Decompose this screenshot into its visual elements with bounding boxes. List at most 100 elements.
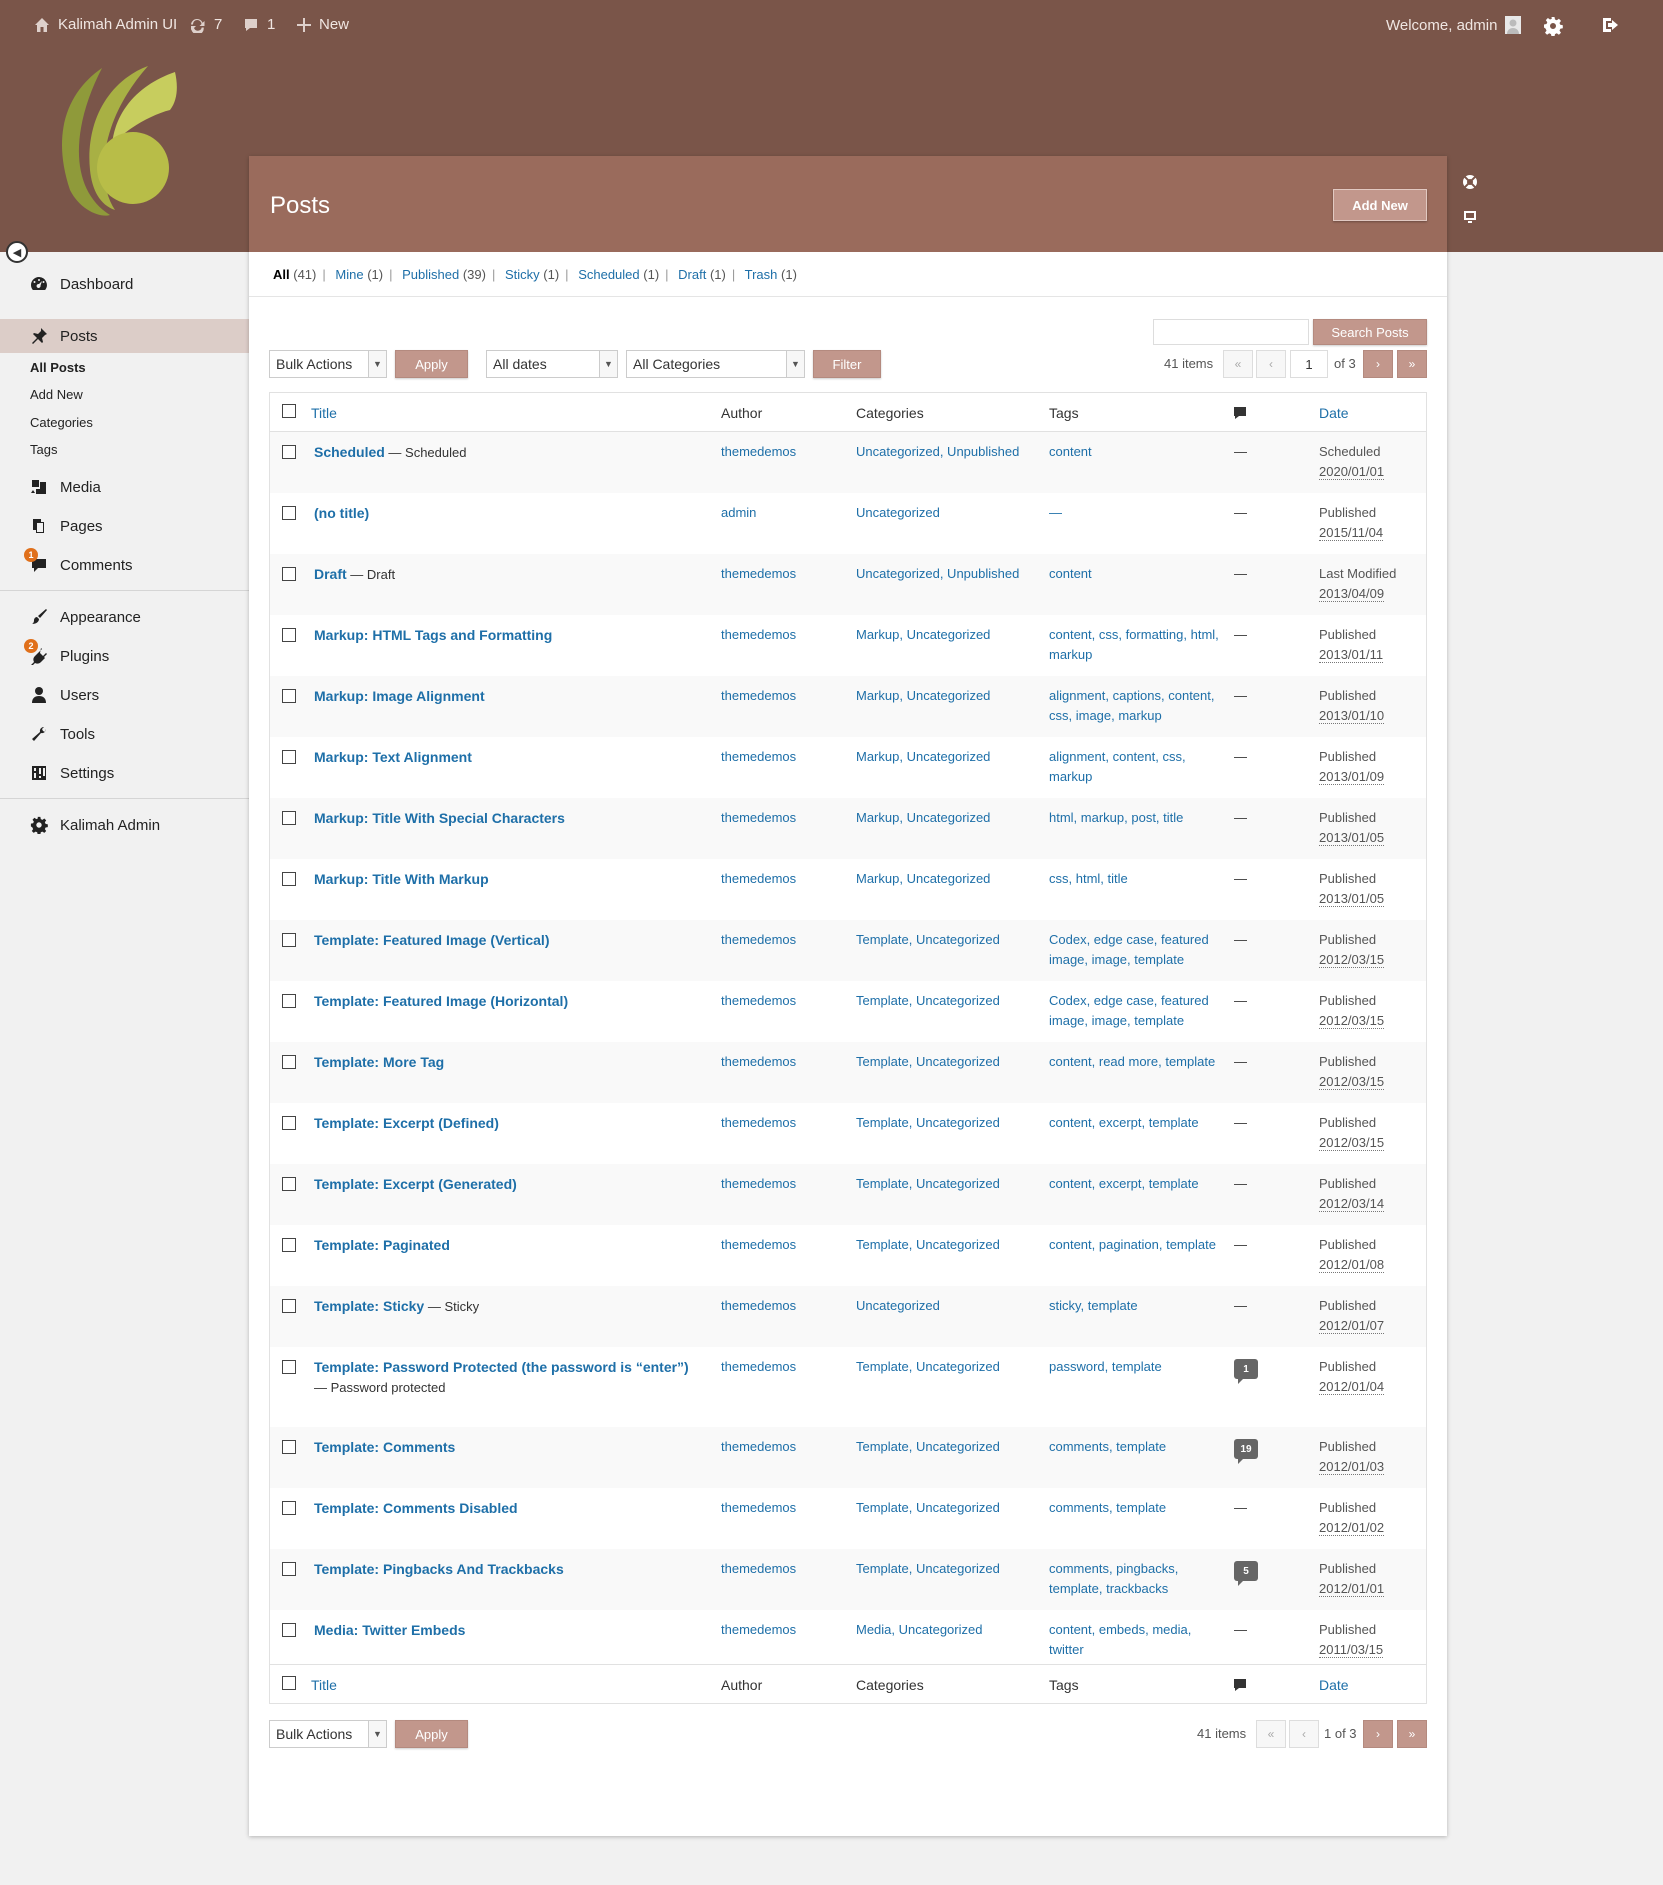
prev-page-button[interactable]: ‹ bbox=[1289, 1720, 1319, 1748]
post-categories[interactable]: Markup, Uncategorized bbox=[856, 686, 1036, 706]
post-categories[interactable]: Markup, Uncategorized bbox=[856, 869, 1036, 889]
row-checkbox[interactable] bbox=[282, 628, 296, 642]
post-author-link[interactable]: themedemos bbox=[721, 625, 796, 645]
post-tags[interactable]: content, pagination, template bbox=[1049, 1235, 1229, 1255]
search-posts-button[interactable]: Search Posts bbox=[1313, 319, 1427, 345]
status-link-all[interactable]: All bbox=[273, 267, 290, 282]
row-checkbox[interactable] bbox=[282, 1501, 296, 1515]
current-page-input[interactable]: 1 bbox=[1290, 350, 1328, 378]
sidebar-item-pages[interactable]: Pages bbox=[0, 509, 249, 543]
account-menu[interactable]: Welcome, admin bbox=[1386, 16, 1522, 34]
post-categories[interactable]: Template, Uncategorized bbox=[856, 930, 1036, 950]
submenu-all-posts[interactable]: All Posts bbox=[30, 360, 86, 375]
post-tags[interactable]: content bbox=[1049, 442, 1229, 462]
status-link-mine[interactable]: Mine bbox=[335, 267, 363, 282]
post-author-link[interactable]: themedemos bbox=[721, 1113, 796, 1133]
post-author-link[interactable]: admin bbox=[721, 503, 756, 523]
post-categories[interactable]: Markup, Uncategorized bbox=[856, 808, 1036, 828]
next-page-button[interactable]: › bbox=[1363, 1720, 1393, 1748]
post-categories[interactable]: Template, Uncategorized bbox=[856, 1235, 1036, 1255]
bulk-actions-select[interactable]: Bulk Actions ▼ bbox=[269, 350, 387, 378]
post-title-link[interactable]: Template: Password Protected (the passwo… bbox=[314, 1359, 689, 1375]
row-checkbox[interactable] bbox=[282, 689, 296, 703]
post-title-link[interactable]: Template: Comments bbox=[314, 1439, 455, 1455]
add-new-button[interactable]: Add New bbox=[1333, 189, 1427, 221]
post-author-link[interactable]: themedemos bbox=[721, 1498, 796, 1518]
row-checkbox[interactable] bbox=[282, 567, 296, 581]
bulk-actions-select-bottom[interactable]: Bulk Actions ▼ bbox=[269, 1720, 387, 1748]
submenu-add-new[interactable]: Add New bbox=[30, 387, 83, 402]
post-tags[interactable]: content bbox=[1049, 564, 1229, 584]
column-title[interactable]: Title bbox=[311, 405, 337, 421]
post-tags[interactable]: content, embeds, media, twitter bbox=[1049, 1620, 1229, 1660]
post-categories[interactable]: Template, Uncategorized bbox=[856, 1052, 1036, 1072]
sidebar-item-posts[interactable]: Posts bbox=[0, 319, 249, 353]
row-checkbox[interactable] bbox=[282, 1238, 296, 1252]
post-author-link[interactable]: themedemos bbox=[721, 930, 796, 950]
comments-column-icon[interactable] bbox=[1232, 1677, 1248, 1693]
post-tags[interactable]: password, template bbox=[1049, 1357, 1229, 1377]
post-tags[interactable]: — bbox=[1049, 503, 1229, 523]
post-author-link[interactable]: themedemos bbox=[721, 869, 796, 889]
sidebar-item-media[interactable]: Media bbox=[0, 470, 249, 504]
row-checkbox[interactable] bbox=[282, 1623, 296, 1637]
status-link-sticky[interactable]: Sticky bbox=[505, 267, 540, 282]
post-categories[interactable]: Uncategorized, Unpublished bbox=[856, 564, 1036, 584]
submenu-tags[interactable]: Tags bbox=[30, 442, 57, 457]
post-categories[interactable]: Uncategorized, Unpublished bbox=[856, 442, 1036, 462]
column-title[interactable]: Title bbox=[311, 1677, 337, 1693]
post-title-link[interactable]: Media: Twitter Embeds bbox=[314, 1622, 465, 1638]
status-link-published[interactable]: Published bbox=[402, 267, 459, 282]
post-title-link[interactable]: Template: Excerpt (Defined) bbox=[314, 1115, 499, 1131]
post-categories[interactable]: Markup, Uncategorized bbox=[856, 625, 1036, 645]
comment-count-bubble[interactable]: 19 bbox=[1234, 1439, 1258, 1464]
post-author-link[interactable]: themedemos bbox=[721, 564, 796, 584]
status-link-scheduled[interactable]: Scheduled bbox=[578, 267, 639, 282]
post-title-link[interactable]: Template: Comments Disabled bbox=[314, 1500, 518, 1516]
row-checkbox[interactable] bbox=[282, 933, 296, 947]
post-author-link[interactable]: themedemos bbox=[721, 1296, 796, 1316]
submenu-categories[interactable]: Categories bbox=[30, 415, 93, 430]
post-title-link[interactable]: Markup: Title With Special Characters bbox=[314, 810, 565, 826]
last-page-button[interactable]: » bbox=[1397, 350, 1427, 378]
sidebar-item-appearance[interactable]: Appearance bbox=[0, 600, 249, 634]
post-title-link[interactable]: Markup: Title With Markup bbox=[314, 871, 489, 887]
first-page-button[interactable]: « bbox=[1223, 350, 1253, 378]
prev-page-button[interactable]: ‹ bbox=[1256, 350, 1286, 378]
post-title-link[interactable]: Template: More Tag bbox=[314, 1054, 444, 1070]
filter-button[interactable]: Filter bbox=[813, 350, 881, 378]
row-checkbox[interactable] bbox=[282, 1562, 296, 1576]
post-author-link[interactable]: themedemos bbox=[721, 747, 796, 767]
date-filter-select[interactable]: All dates ▼ bbox=[486, 350, 618, 378]
post-author-link[interactable]: themedemos bbox=[721, 1620, 796, 1640]
updates-link[interactable]: 7 bbox=[188, 16, 222, 33]
sidebar-item-plugins[interactable]: 2 Plugins bbox=[0, 639, 249, 673]
post-tags[interactable]: Codex, edge case, featured image, image,… bbox=[1049, 930, 1229, 970]
post-categories[interactable]: Uncategorized bbox=[856, 1296, 1036, 1316]
row-checkbox[interactable] bbox=[282, 872, 296, 886]
post-categories[interactable]: Template, Uncategorized bbox=[856, 1113, 1036, 1133]
post-author-link[interactable]: themedemos bbox=[721, 1559, 796, 1579]
post-tags[interactable]: html, markup, post, title bbox=[1049, 808, 1229, 828]
post-tags[interactable]: content, css, formatting, html, markup bbox=[1049, 625, 1229, 665]
post-tags[interactable]: comments, template bbox=[1049, 1437, 1229, 1457]
row-checkbox[interactable] bbox=[282, 1440, 296, 1454]
post-author-link[interactable]: themedemos bbox=[721, 1357, 796, 1377]
first-page-button[interactable]: « bbox=[1256, 1720, 1286, 1748]
sidebar-item-kalimah-admin[interactable]: Kalimah Admin bbox=[0, 808, 249, 842]
post-tags[interactable]: alignment, content, css, markup bbox=[1049, 747, 1229, 787]
post-categories[interactable]: Template, Uncategorized bbox=[856, 1357, 1036, 1377]
post-tags[interactable]: content, read more, template bbox=[1049, 1052, 1229, 1072]
post-categories[interactable]: Template, Uncategorized bbox=[856, 1559, 1036, 1579]
post-categories[interactable]: Template, Uncategorized bbox=[856, 991, 1036, 1011]
sidebar-item-tools[interactable]: Tools bbox=[0, 717, 249, 751]
post-tags[interactable]: content, excerpt, template bbox=[1049, 1113, 1229, 1133]
post-title-link[interactable]: Markup: Image Alignment bbox=[314, 688, 485, 704]
sidebar-item-settings[interactable]: Settings bbox=[0, 756, 249, 790]
post-author-link[interactable]: themedemos bbox=[721, 1235, 796, 1255]
post-author-link[interactable]: themedemos bbox=[721, 1437, 796, 1457]
row-checkbox[interactable] bbox=[282, 1360, 296, 1374]
sidebar-item-comments[interactable]: 1 Comments bbox=[0, 548, 249, 582]
settings-link[interactable] bbox=[1543, 16, 1563, 36]
post-tags[interactable]: css, html, title bbox=[1049, 869, 1229, 889]
